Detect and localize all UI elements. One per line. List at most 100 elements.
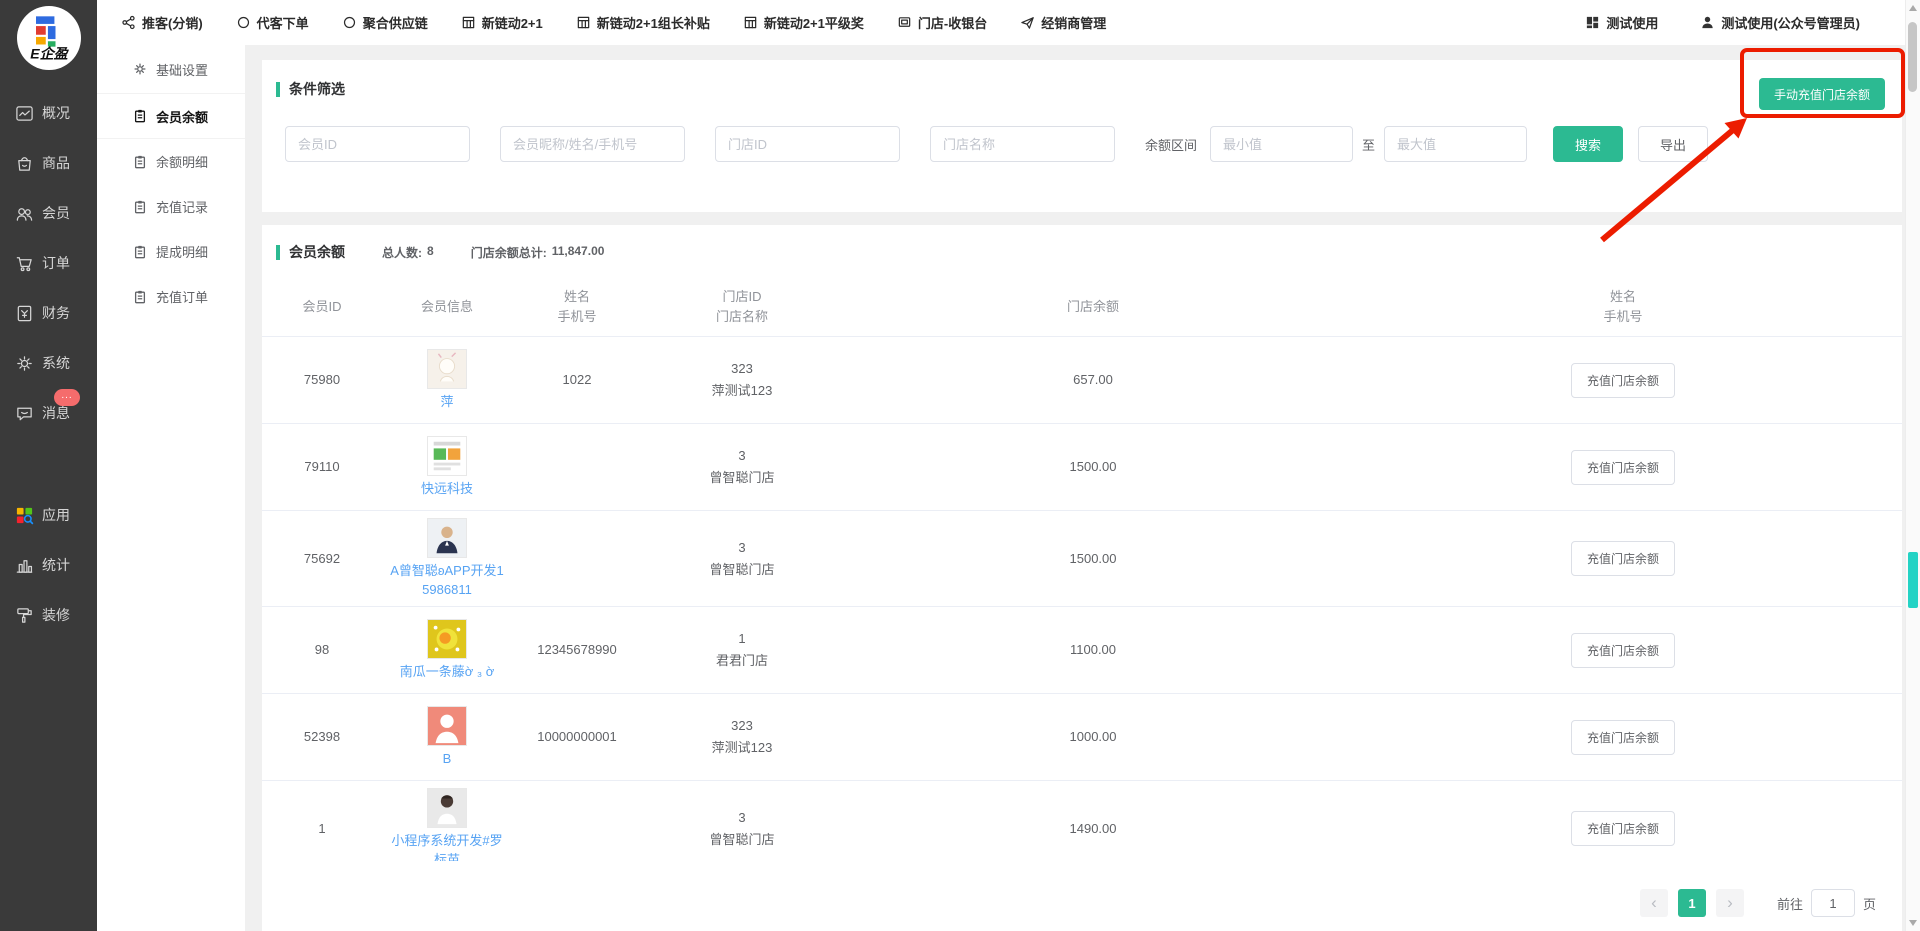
member-id-cell: 75980 (262, 370, 382, 390)
total-people-value: 8 (427, 244, 434, 261)
system-gear-icon (15, 354, 34, 373)
export-button[interactable]: 导出 (1638, 126, 1708, 162)
section-accent-bar (276, 82, 280, 97)
account-menu[interactable]: 测试使用(公众号管理员) (1700, 13, 1860, 32)
submenu-item-basic-settings[interactable]: 基础设置 (97, 45, 245, 94)
member-avatar[interactable] (427, 706, 467, 746)
sidebar-item-members[interactable]: 会员 (0, 188, 97, 238)
page-unit-label: 页 (1863, 894, 1876, 913)
search-button[interactable]: 搜索 (1553, 126, 1623, 162)
member-info-cell: 南瓜一条藤ờ ₃ ờ (382, 619, 512, 681)
test-use-label: 测试使用 (1606, 13, 1658, 32)
header-store: 门店ID 门店名称 (642, 287, 842, 327)
filter-inputs-row: 余额区间 至 搜索 导出 (285, 126, 1708, 162)
submenu-item-commission-detail[interactable]: 提成明细 (97, 229, 245, 274)
sidebar-item-label: 应用 (42, 505, 70, 525)
member-id-input[interactable] (285, 126, 470, 162)
phone-cell: 10000000001 (512, 727, 642, 747)
balance-max-input[interactable] (1384, 126, 1527, 162)
topnav-label: 经销商管理 (1041, 13, 1106, 32)
store-id-input[interactable] (715, 126, 900, 162)
topnav-item-proxy-order[interactable]: 代客下单 (236, 13, 309, 32)
sidebar-item-messages[interactable]: 消息 ... (0, 388, 97, 438)
sidebar-item-decorate[interactable]: 装修 (0, 590, 97, 640)
recharge-store-balance-button[interactable]: 充值门店余额 (1571, 811, 1675, 846)
page-scrollbar[interactable] (1905, 0, 1920, 931)
submenu-item-member-balance[interactable]: 会员余额 (97, 94, 245, 139)
table-row: 75980 萍 1022 323 萍测试123 657.00 充值门店余额 (262, 336, 1902, 423)
recharge-store-balance-button[interactable]: 充值门店余额 (1571, 541, 1675, 576)
sidebar-item-label: 系统 (42, 353, 70, 373)
member-avatar[interactable] (427, 619, 467, 659)
topbar-right-group: 测试使用 测试使用(公众号管理员) (1585, 13, 1905, 32)
recharge-store-balance-button[interactable]: 充值门店余额 (1571, 720, 1675, 755)
cashier-screen-icon (897, 15, 912, 30)
member-name-link[interactable]: A曾智聪ʚAPP开发15986811 (387, 561, 507, 599)
topnav-label: 门店-收银台 (918, 13, 987, 32)
store-name-value: 君君门店 (642, 650, 842, 672)
member-keyword-input[interactable] (500, 126, 685, 162)
next-page-button[interactable]: › (1716, 889, 1744, 917)
store-balance-sum-label: 门店余额总计: (471, 244, 547, 261)
table-section-title: 会员余额 (289, 242, 345, 262)
sidebar-item-label: 统计 (42, 555, 70, 575)
topnav-item-dealer-management[interactable]: 经销商管理 (1020, 13, 1106, 32)
members-people-icon (15, 204, 34, 223)
topnav-item-liandong-level-award[interactable]: 新链动2+1平级奖 (743, 13, 864, 32)
submenu-item-recharge-records[interactable]: 充值记录 (97, 184, 245, 229)
submenu-item-recharge-orders[interactable]: 充值订单 (97, 274, 245, 319)
table-row: 79110 快远科技 3 曾智聪门店 1500.00 充值门店余额 (262, 423, 1902, 510)
message-bubble-icon (15, 404, 34, 423)
scrollbar-thumb[interactable] (1908, 22, 1917, 92)
member-avatar[interactable] (427, 349, 467, 389)
member-name-link[interactable]: 南瓜一条藤ờ ₃ ờ (400, 662, 495, 681)
table-header-row: 会员ID 会员信息 姓名 手机号 门店ID 门店名称 门店余额 姓名 手机号 (262, 278, 1902, 336)
topnav-item-liandong-2plus1[interactable]: 新链动2+1 (461, 13, 543, 32)
member-id-cell: 1 (262, 819, 382, 839)
topnav-label: 新链动2+1组长补贴 (597, 13, 710, 32)
member-name-link[interactable]: 小程序系统开发#罗标苗 (387, 831, 507, 861)
test-use-menu[interactable]: 测试使用 (1585, 13, 1658, 32)
member-name-link[interactable]: 快远科技 (421, 479, 473, 498)
sidebar-item-label: 装修 (42, 605, 70, 625)
store-name-input[interactable] (930, 126, 1115, 162)
sidebar-item-finance[interactable]: 财务 (0, 288, 97, 338)
topnav-item-store-cashier[interactable]: 门店-收银台 (897, 13, 987, 32)
store-id-value: 1 (642, 628, 842, 650)
goto-page-input[interactable] (1811, 889, 1855, 917)
current-page-button[interactable]: 1 (1678, 889, 1706, 917)
member-balance-card: 会员余额 总人数: 8 门店余额总计: 11,847.00 会员ID 会员信息 … (262, 225, 1902, 931)
filter-section-title: 条件筛选 (289, 79, 345, 99)
recharge-store-balance-button[interactable]: 充值门店余额 (1571, 633, 1675, 668)
sidebar-item-stats[interactable]: 统计 (0, 540, 97, 590)
sidebar-item-orders[interactable]: 订单 (0, 238, 97, 288)
scroll-down-arrow-icon[interactable] (1909, 920, 1917, 926)
sidebar-item-system[interactable]: 系统 (0, 338, 97, 388)
header-phone-line: 手机号 (1344, 307, 1902, 327)
member-info-cell: A曾智聪ʚAPP开发15986811 (382, 518, 512, 599)
header-name-line: 姓名 (512, 287, 642, 307)
submenu-item-balance-detail[interactable]: 余额明细 (97, 139, 245, 184)
sidebar-item-overview[interactable]: 概况 (0, 88, 97, 138)
topnav-item-tuike-distribution[interactable]: 推客(分销) (121, 13, 203, 32)
topnav-label: 新链动2+1平级奖 (764, 13, 864, 32)
sidebar-item-apps[interactable]: 应用 (0, 490, 97, 540)
manual-recharge-store-balance-button[interactable]: 手动充值门店余额 (1759, 78, 1885, 110)
member-avatar[interactable] (427, 518, 467, 558)
recharge-store-balance-button[interactable]: 充值门店余额 (1571, 363, 1675, 398)
topnav-item-liandong-leader-subsidy[interactable]: 新链动2+1组长补贴 (576, 13, 710, 32)
member-avatar[interactable] (427, 436, 467, 476)
store-cell: 3 曾智聪门店 (642, 445, 842, 489)
member-avatar[interactable] (427, 788, 467, 828)
prev-page-button[interactable]: ‹ (1640, 889, 1668, 917)
app-logo[interactable]: E企盈 (17, 6, 81, 70)
sidebar-item-goods[interactable]: 商品 (0, 138, 97, 188)
balance-min-input[interactable] (1210, 126, 1353, 162)
submenu-label: 提成明细 (156, 242, 208, 261)
member-name-link[interactable]: B (443, 749, 452, 768)
topnav-item-supply-chain[interactable]: 聚合供应链 (342, 13, 428, 32)
scroll-up-arrow-icon[interactable] (1909, 5, 1917, 11)
member-name-link[interactable]: 萍 (440, 392, 453, 411)
recharge-store-balance-button[interactable]: 充值门店余额 (1571, 450, 1675, 485)
member-id-cell: 52398 (262, 727, 382, 747)
